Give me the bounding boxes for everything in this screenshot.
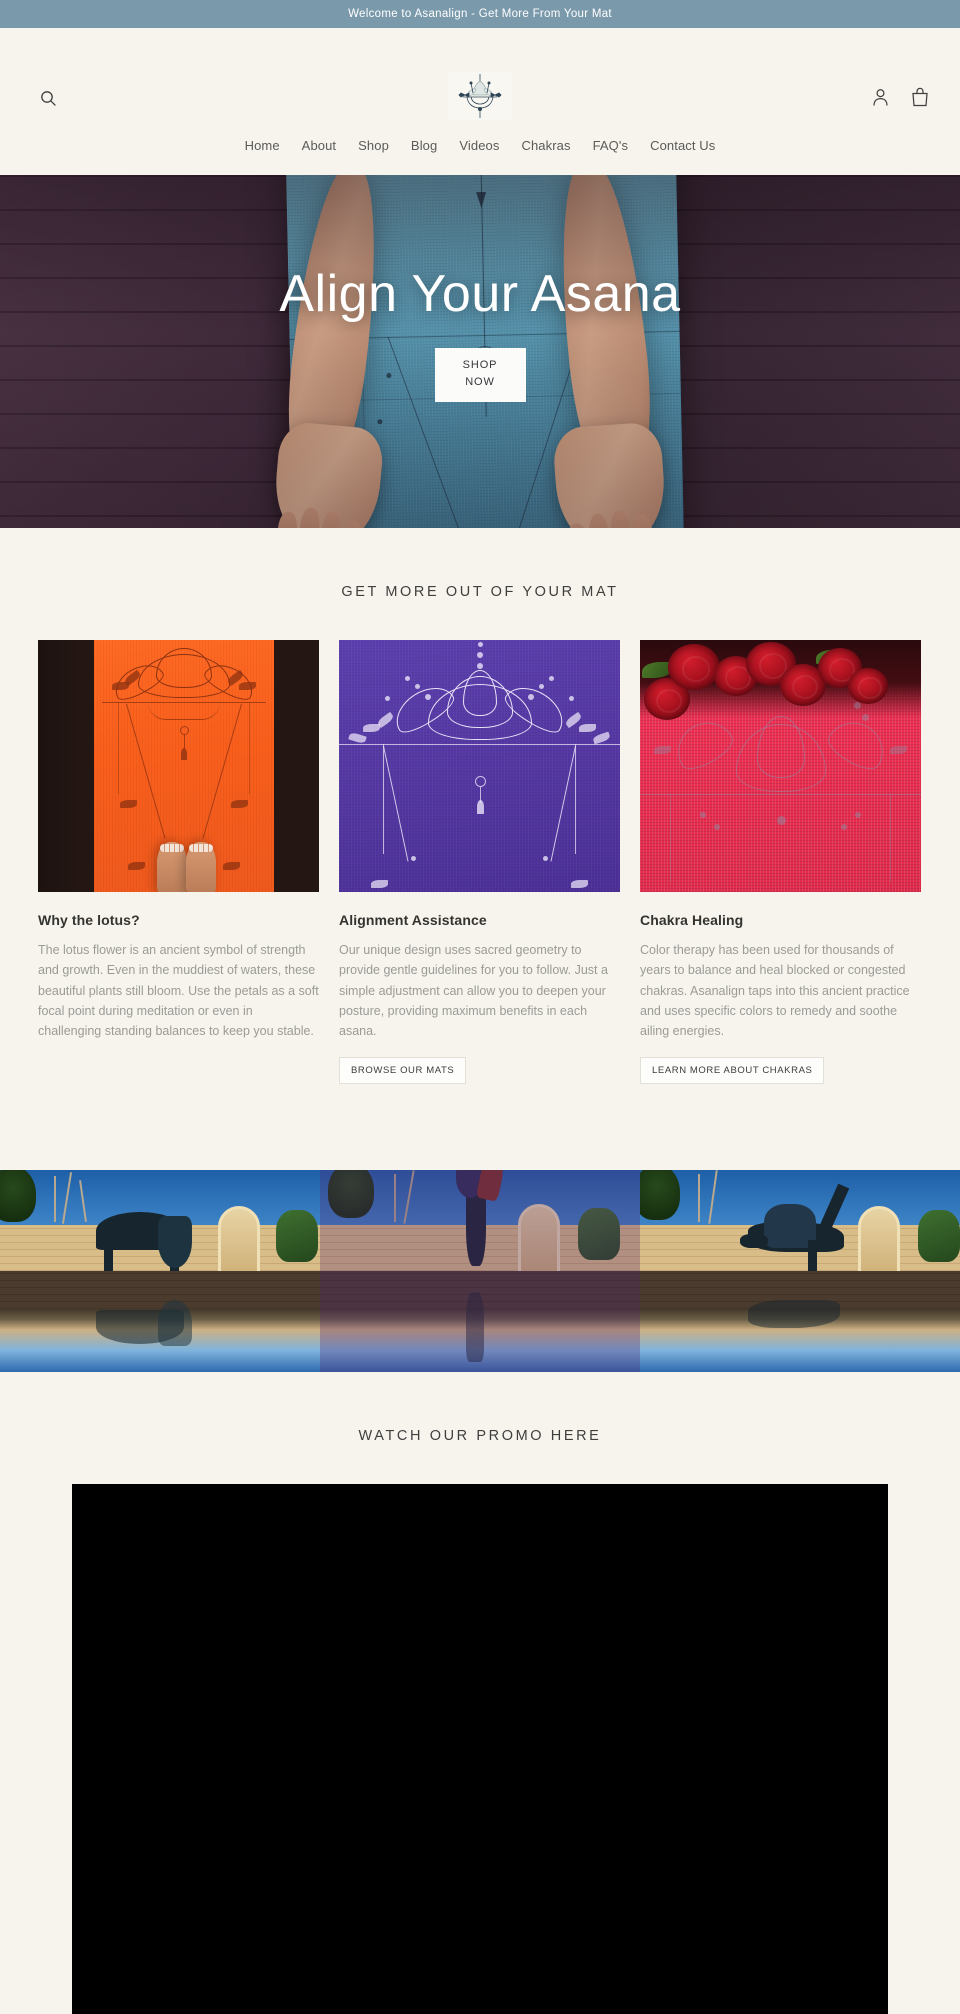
nav-item-about[interactable]: About: [291, 138, 347, 153]
nav-item-videos[interactable]: Videos: [448, 138, 510, 153]
hero-banner: Align Your Asana SHOP NOW: [0, 175, 960, 528]
account-button[interactable]: [870, 86, 890, 108]
nav-item-blog[interactable]: Blog: [400, 138, 448, 153]
feature-column-chakra: Chakra Healing Color therapy has been us…: [640, 640, 921, 1085]
shop-now-line1: SHOP: [462, 358, 498, 371]
feature-heading: Alignment Assistance: [339, 912, 487, 928]
shop-now-line2: NOW: [465, 375, 495, 388]
nav-item-home[interactable]: Home: [234, 138, 291, 153]
features-section: GET MORE OUT OF YOUR MAT Why the lotus? …: [0, 528, 960, 1125]
promo-video-player[interactable]: [72, 1484, 888, 2014]
account-icon: [872, 88, 888, 106]
announcement-bar: Welcome to Asanalign - Get More From You…: [0, 0, 960, 28]
feature-image-purple-mat[interactable]: [339, 640, 620, 892]
search-button[interactable]: [36, 86, 60, 110]
gallery-image-handstand[interactable]: [320, 1170, 640, 1373]
feature-body: Our unique design uses sacred geometry t…: [339, 943, 608, 1038]
feature-body: The lotus flower is an ancient symbol of…: [38, 943, 319, 1038]
learn-more-about-chakras-button[interactable]: LEARN MORE ABOUT CHAKRAS: [640, 1057, 825, 1085]
nav-item-faqs[interactable]: FAQ's: [582, 138, 640, 153]
features-columns: Why the lotus? The lotus flower is an an…: [38, 640, 922, 1085]
feature-body: Color therapy has been used for thousand…: [640, 943, 910, 1038]
main-navigation: Home About Shop Blog Videos Chakras FAQ'…: [0, 138, 960, 175]
nav-item-shop[interactable]: Shop: [347, 138, 400, 153]
site-header: [0, 28, 960, 138]
shopping-bag-icon: [912, 87, 928, 107]
feature-column-alignment: Alignment Assistance Our unique design u…: [339, 640, 620, 1085]
nav-item-contact-us[interactable]: Contact Us: [639, 138, 726, 153]
site-logo[interactable]: [448, 72, 512, 120]
feature-image-orange-mat[interactable]: [38, 640, 319, 892]
shop-now-button[interactable]: SHOP NOW: [434, 347, 526, 402]
header-actions: [870, 86, 930, 108]
gallery-image-forward-fold[interactable]: [0, 1170, 320, 1373]
feature-heading: Chakra Healing: [640, 912, 744, 928]
gallery-strip: [0, 1170, 960, 1373]
hero-title: Align Your Asana: [279, 265, 681, 323]
feature-image-red-mat[interactable]: [640, 640, 921, 892]
video-section: WATCH OUR PROMO HERE: [0, 1372, 960, 2014]
cart-button[interactable]: [910, 86, 930, 108]
feature-column-lotus: Why the lotus? The lotus flower is an an…: [38, 640, 319, 1041]
video-section-title: WATCH OUR PROMO HERE: [358, 1428, 602, 1445]
feature-heading: Why the lotus?: [38, 912, 140, 928]
announcement-text: Welcome to Asanalign - Get More From You…: [348, 8, 612, 20]
search-icon: [40, 90, 56, 106]
gallery-image-wild-thing[interactable]: [640, 1170, 960, 1373]
lotus-logo-icon: [458, 74, 502, 118]
features-title: GET MORE OUT OF YOUR MAT: [341, 584, 619, 600]
nav-item-chakras[interactable]: Chakras: [510, 138, 581, 153]
browse-our-mats-button[interactable]: BROWSE OUR MATS: [339, 1057, 467, 1085]
